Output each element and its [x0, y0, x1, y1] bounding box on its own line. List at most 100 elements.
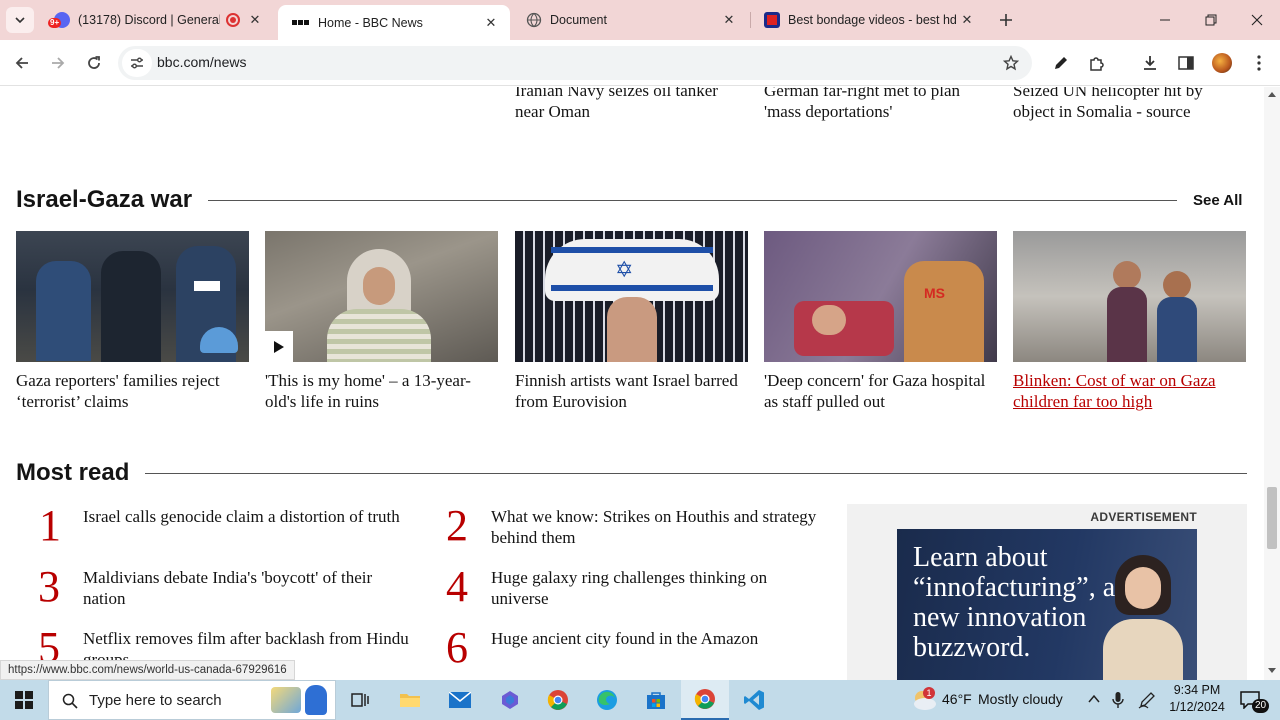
headline-link[interactable]: German far-right met to plan 'mass depor…: [764, 87, 998, 122]
microphone-icon[interactable]: [1112, 691, 1124, 709]
most-read-headline[interactable]: Huge ancient city found in the Amazon: [491, 628, 821, 649]
vscode-button[interactable]: [730, 680, 778, 720]
reload-icon: [88, 56, 100, 69]
site-info-button[interactable]: [122, 49, 152, 77]
most-read-headline[interactable]: Huge galaxy ring challenges thinking on …: [491, 567, 821, 609]
notification-center-button[interactable]: 20: [1234, 680, 1280, 720]
close-tab-button[interactable]: ✕: [720, 11, 738, 29]
url-text[interactable]: bbc.com/news: [157, 54, 246, 70]
story-card[interactable]: Blinken: Cost of war on Gaza children fa…: [1013, 231, 1246, 412]
chrome-active-button[interactable]: [681, 680, 729, 720]
story-headline[interactable]: 'This is my home' – a 13-year-old's life…: [265, 370, 498, 412]
scroll-down-arrow-icon[interactable]: [1268, 668, 1276, 674]
restore-button[interactable]: [1188, 0, 1234, 40]
headline-link[interactable]: Iranian Navy seizes oil tanker near Oman: [515, 87, 749, 122]
arrow-right-icon: [52, 57, 65, 69]
edge-button[interactable]: [583, 680, 631, 720]
chrome-icon: [694, 689, 715, 709]
address-bar[interactable]: bbc.com/news: [118, 46, 1032, 80]
most-read-headline[interactable]: What we know: Strikes on Houthis and str…: [491, 506, 821, 548]
story-headline[interactable]: Blinken: Cost of war on Gaza children fa…: [1013, 370, 1246, 412]
video-play-button[interactable]: [265, 331, 293, 362]
tab-video-site[interactable]: Best bondage videos - best hd ✕: [750, 0, 986, 40]
pen-icon[interactable]: [1138, 691, 1156, 709]
chrome-icon: [547, 690, 568, 710]
section-divider: [208, 200, 1177, 201]
forward-button[interactable]: [44, 49, 72, 77]
most-read-headline[interactable]: Israel calls genocide claim a distortion…: [83, 506, 413, 527]
side-panel-icon: [1178, 56, 1194, 70]
advertisement-panel: ADVERTISEMENT Learn about “innofacturing…: [847, 504, 1247, 680]
task-view-button[interactable]: [336, 680, 384, 720]
scroll-up-arrow-icon[interactable]: [1268, 91, 1276, 97]
story-card[interactable]: 'This is my home' – a 13-year-old's life…: [265, 231, 498, 412]
search-highlight-icon: [271, 687, 301, 713]
download-icon: [1144, 56, 1156, 70]
story-image[interactable]: [265, 231, 498, 362]
chrome-button[interactable]: [534, 680, 582, 720]
scrollbar-thumb[interactable]: [1267, 487, 1277, 549]
vscode-icon: [744, 690, 764, 710]
copilot-icon: [502, 691, 518, 709]
rank-number: 6: [446, 623, 468, 672]
story-card[interactable]: ✡ Finnish artists want Israel barred fro…: [515, 231, 748, 412]
store-button[interactable]: [632, 680, 680, 720]
start-button[interactable]: [0, 680, 48, 720]
tab-document[interactable]: Document ✕: [512, 0, 748, 40]
story-image[interactable]: MS: [764, 231, 997, 362]
pencil-icon: [1055, 57, 1067, 69]
close-tab-button[interactable]: ✕: [246, 11, 264, 29]
mail-button[interactable]: [436, 680, 484, 720]
edit-extension-button[interactable]: [1047, 49, 1075, 77]
clock-date: 1/12/2024: [1169, 700, 1225, 714]
see-all-link[interactable]: See All: [1193, 192, 1242, 209]
browser-menu-button[interactable]: [1245, 49, 1273, 77]
new-tab-button[interactable]: [994, 8, 1018, 32]
tab-discord[interactable]: 9+ (13178) Discord | General | c ✕: [40, 0, 274, 40]
advertisement-banner[interactable]: Learn about “innofacturing”, a new innov…: [897, 529, 1197, 680]
chevron-up-icon[interactable]: [1088, 694, 1100, 704]
story-image[interactable]: [16, 231, 249, 362]
file-explorer-button[interactable]: [386, 680, 434, 720]
tab-title: Best bondage videos - best hd: [788, 13, 957, 27]
browser-toolbar: bbc.com/news: [0, 40, 1280, 86]
tab-bbc-news[interactable]: Home - BBC News ✕: [278, 5, 510, 40]
story-headline[interactable]: 'Deep concern' for Gaza hospital as staf…: [764, 370, 997, 412]
section-title[interactable]: Israel-Gaza war: [16, 186, 192, 214]
story-image[interactable]: [1013, 231, 1246, 362]
tab-search-button[interactable]: [6, 7, 34, 33]
story-image[interactable]: ✡: [515, 231, 748, 362]
story-card[interactable]: Gaza reporters' families reject ‘terrori…: [16, 231, 249, 412]
side-panel-button[interactable]: [1172, 49, 1200, 77]
taskbar-search-box[interactable]: Type here to search: [48, 680, 336, 720]
section-divider: [145, 473, 1247, 474]
story-headline[interactable]: Finnish artists want Israel barred from …: [515, 370, 748, 412]
rank-number: 3: [38, 562, 60, 611]
folder-icon: [400, 694, 420, 707]
back-button[interactable]: [8, 49, 36, 77]
clock[interactable]: 9:34 PM 1/12/2024: [1164, 682, 1230, 718]
most-read-headline[interactable]: Maldivians debate India's 'boycott' of t…: [83, 567, 413, 609]
downloads-button[interactable]: [1136, 49, 1164, 77]
close-tab-button[interactable]: ✕: [482, 14, 500, 32]
bookmark-button[interactable]: [1000, 52, 1022, 74]
headline-link[interactable]: Seized UN helicopter hit by object in So…: [1013, 87, 1247, 122]
star-icon: [1003, 55, 1019, 71]
close-window-button[interactable]: [1234, 0, 1280, 40]
search-placeholder: Type here to search: [89, 692, 222, 709]
minimize-button[interactable]: [1142, 0, 1188, 40]
close-icon: [1251, 14, 1263, 26]
extensions-button[interactable]: [1083, 49, 1111, 77]
edge-icon: [597, 690, 617, 710]
copilot-button[interactable]: [486, 680, 534, 720]
story-headline[interactable]: Gaza reporters' families reject ‘terrori…: [16, 370, 249, 412]
weather-widget[interactable]: 1 46°F Mostly cloudy: [906, 680, 1071, 720]
profile-avatar[interactable]: [1212, 53, 1232, 73]
chevron-down-icon: [15, 17, 25, 24]
page-scrollbar[interactable]: [1264, 87, 1280, 680]
story-card[interactable]: MS 'Deep concern' for Gaza hospital as s…: [764, 231, 997, 412]
recording-icon: [226, 13, 240, 27]
globe-icon: [526, 12, 542, 28]
close-tab-button[interactable]: ✕: [958, 11, 976, 29]
reload-button[interactable]: [80, 49, 108, 77]
